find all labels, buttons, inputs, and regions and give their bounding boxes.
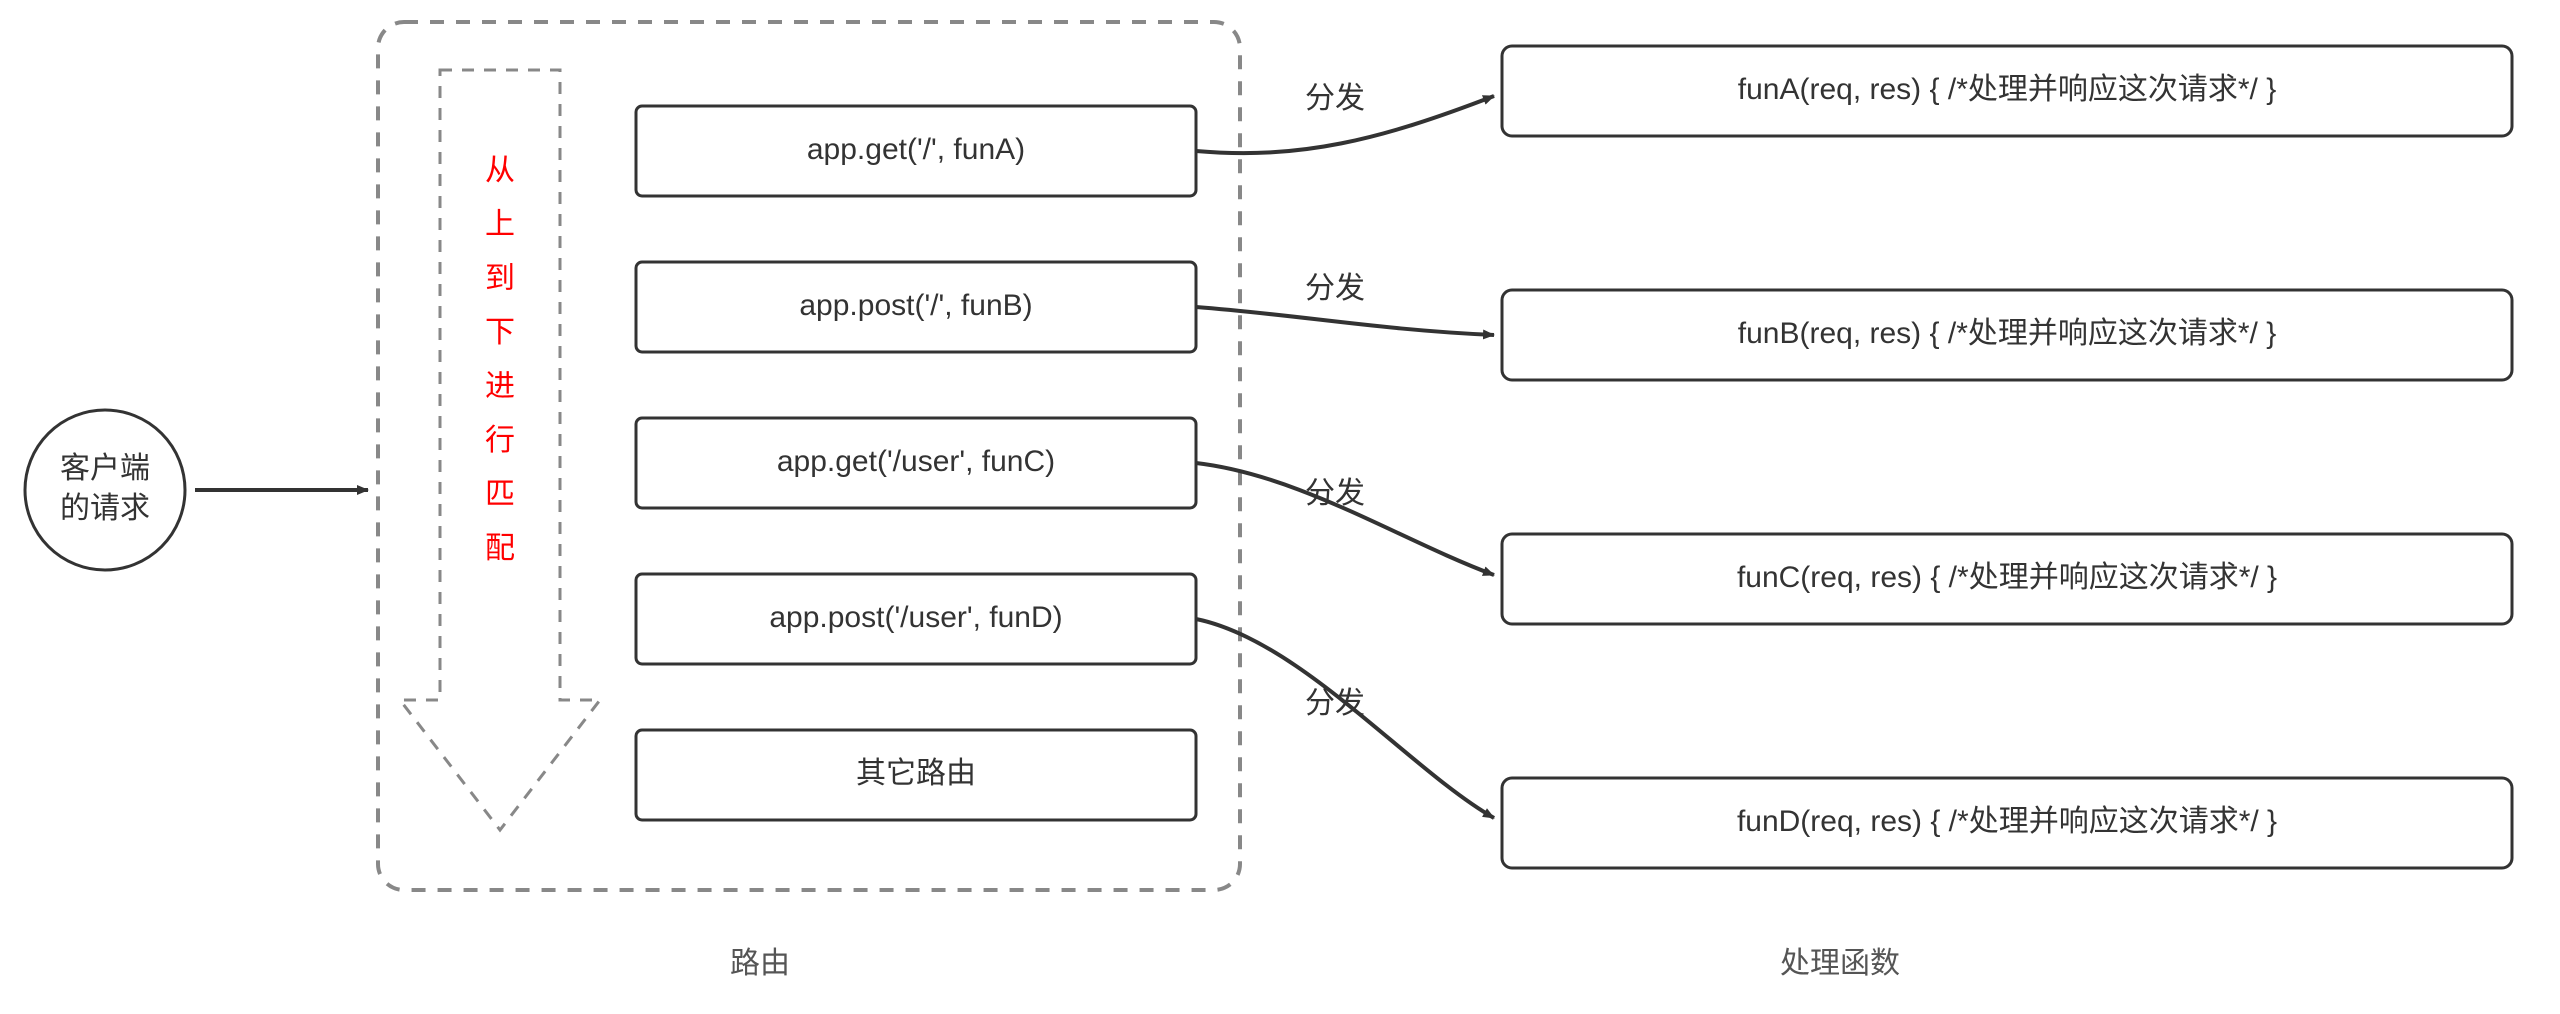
- dispatch-label-1: 分发: [1305, 272, 1365, 305]
- handler-box-0: funA(req, res) { /*处理并响应这次请求*/ }: [1502, 46, 2512, 136]
- dispatch-label-2: 分发: [1305, 477, 1365, 510]
- handler-text-2: funC(req, res) { /*处理并响应这次请求*/ }: [1737, 561, 2277, 594]
- handler-box-1: funB(req, res) { /*处理并响应这次请求*/ }: [1502, 290, 2512, 380]
- caption-routes: 路由: [730, 947, 790, 980]
- handler-text-3: funD(req, res) { /*处理并响应这次请求*/ }: [1737, 805, 2277, 838]
- route-box-0: app.get('/', funA): [636, 106, 1196, 196]
- matching-char-5: 行: [485, 424, 515, 457]
- route-text-2: app.get('/user', funC): [777, 445, 1055, 478]
- client-request-node: 客户端 的请求: [25, 410, 185, 570]
- dispatch-label-0: 分发: [1305, 82, 1365, 115]
- matching-char-7: 配: [485, 532, 515, 565]
- matching-char-4: 进: [485, 370, 515, 403]
- route-text-3: app.post('/user', funD): [769, 601, 1062, 634]
- dispatch-label-3: 分发: [1305, 687, 1365, 720]
- matching-label: 从 上 到 下 进 行 匹 配: [485, 154, 515, 565]
- handler-box-3: funD(req, res) { /*处理并响应这次请求*/ }: [1502, 778, 2512, 868]
- route-box-3: app.post('/user', funD): [636, 574, 1196, 664]
- handler-text-1: funB(req, res) { /*处理并响应这次请求*/ }: [1738, 317, 2276, 350]
- matching-char-2: 到: [485, 262, 515, 295]
- handler-box-2: funC(req, res) { /*处理并响应这次请求*/ }: [1502, 534, 2512, 624]
- route-box-4: 其它路由: [636, 730, 1196, 820]
- client-text-line1: 客户端: [60, 452, 150, 485]
- route-box-1: app.post('/', funB): [636, 262, 1196, 352]
- matching-char-3: 下: [485, 316, 515, 349]
- caption-handlers: 处理函数: [1780, 947, 1900, 980]
- handler-text-0: funA(req, res) { /*处理并响应这次请求*/ }: [1738, 73, 2276, 106]
- client-text-line2: 的请求: [60, 492, 150, 525]
- route-box-2: app.get('/user', funC): [636, 418, 1196, 508]
- matching-char-6: 匹: [485, 478, 515, 511]
- route-text-1: app.post('/', funB): [799, 289, 1032, 322]
- matching-char-0: 从: [485, 154, 515, 187]
- matching-char-1: 上: [485, 208, 515, 241]
- route-text-4: 其它路由: [856, 757, 976, 790]
- route-text-0: app.get('/', funA): [807, 133, 1025, 166]
